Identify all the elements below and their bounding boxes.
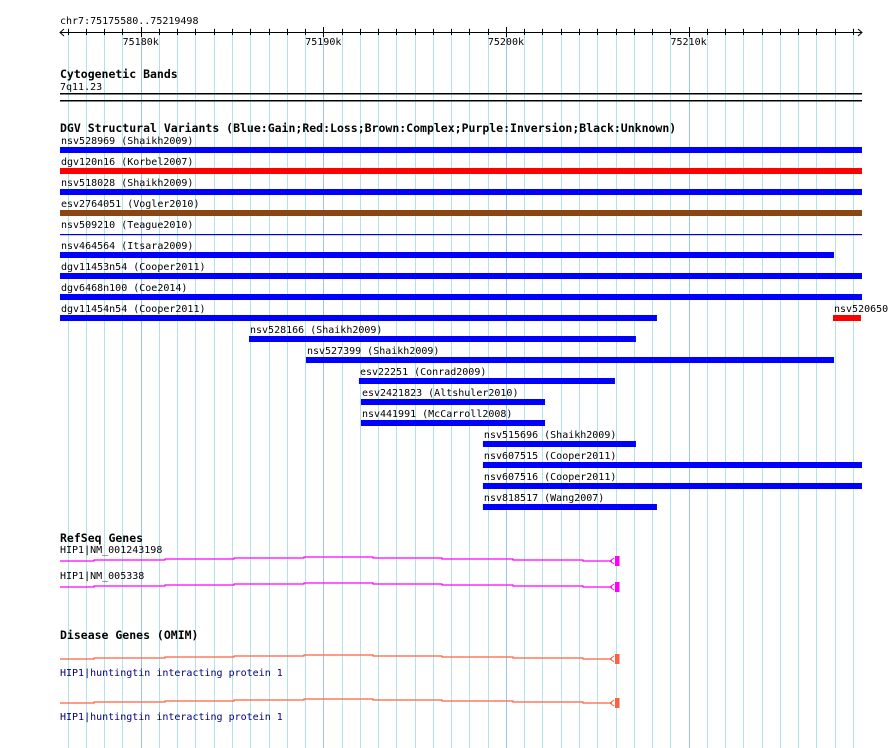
gene-intron-line — [60, 582, 612, 588]
cytoband-line-top — [60, 93, 862, 95]
variant-label: nsv527399 (Shaikh2009) — [307, 346, 439, 357]
variant-bar — [482, 441, 636, 447]
variant-label: dgv6468n100 (Coe2014) — [61, 283, 187, 294]
variant-bar — [60, 234, 862, 236]
variant-bar — [360, 399, 546, 405]
gene-exon — [615, 582, 620, 592]
variant-label: nsv515696 (Shaikh2009) — [484, 430, 616, 441]
variant-bar — [60, 294, 862, 300]
variant-label: esv2764051 (Vogler2010) — [61, 199, 199, 210]
cytoband-line-bottom — [60, 100, 862, 102]
variant-bar — [60, 168, 862, 174]
cytoband-label: 7q11.23 — [60, 82, 102, 93]
gene-exon — [615, 654, 620, 664]
variant-label: dgv120n16 (Korbel2007) — [61, 157, 193, 168]
variant-bar — [482, 483, 862, 489]
variant-bar — [249, 336, 636, 342]
ruler-tick-label: 75200k — [488, 37, 524, 48]
ruler-track: chr7:75175580..75219498 75180k 75190k 7520… — [59, 16, 863, 48]
variant-bar — [60, 273, 862, 279]
variant-label: nsv464564 (Itsara2009) — [61, 241, 193, 252]
genome-browser-view: chr7:75175580..75219498 75180k 75190k 7520… — [59, 16, 888, 748]
variant-label: nsv520650 — [834, 304, 888, 315]
ruler-tick-label: 75180k — [123, 37, 159, 48]
variant-label: dgv11454n54 (Cooper2011) — [61, 304, 206, 315]
variant-bar — [358, 378, 615, 384]
variant-bar — [833, 315, 861, 321]
refseq-gene — [60, 582, 620, 592]
variant-bar — [360, 420, 546, 426]
gene-label: HIP1|NM_005338 — [60, 571, 144, 582]
variant-label: nsv441991 (McCarroll2008) — [362, 409, 513, 420]
refseq-track: RefSeq Genes HIP1|NM_001243198 HIP1|NM_00… — [60, 531, 620, 592]
dgv-title: DGV Structural Variants (Blue:Gain;Red:L… — [60, 121, 676, 135]
dgv-track: DGV Structural Variants (Blue:Gain;Red:L… — [60, 121, 888, 510]
gene-intron-line — [60, 556, 612, 562]
omim-gene-label: HIP1|huntingtin interacting protein 1 — [60, 668, 283, 679]
gene-exon — [615, 556, 620, 566]
variant-label: nsv607516 (Cooper2011) — [484, 472, 616, 483]
variant-label: nsv518028 (Shaikh2009) — [61, 178, 193, 189]
region-label: chr7:75175580..75219498 — [60, 16, 198, 27]
variant-bar — [482, 504, 657, 510]
omim-gene — [60, 654, 620, 664]
variant-label: nsv818517 (Wang2007) — [484, 493, 604, 504]
ruler-tick-label: 75190k — [305, 37, 341, 48]
gene-intron-line — [60, 698, 612, 704]
variant-bar — [60, 315, 657, 321]
variant-label: nsv528969 (Shaikh2009) — [61, 136, 193, 147]
variant-bar — [482, 462, 862, 468]
gene-exon — [615, 698, 620, 708]
variant-bar — [305, 357, 835, 363]
variant-label: esv2421823 (Altshuler2010) — [362, 388, 519, 399]
variant-bar — [60, 189, 862, 195]
gene-intron-line — [60, 654, 612, 660]
omim-track: Disease Genes (OMIM) HIP1|huntingtin int… — [60, 628, 620, 723]
omim-title: Disease Genes (OMIM) — [60, 628, 198, 642]
omim-gene-label: HIP1|huntingtin interacting protein 1 — [60, 712, 283, 723]
ruler-tick-label: 75210k — [670, 37, 706, 48]
variant-bar — [60, 252, 835, 258]
variant-label: dgv11453n54 (Cooper2011) — [61, 262, 206, 273]
refseq-title: RefSeq Genes — [60, 531, 143, 545]
gene-label: HIP1|NM_001243198 — [60, 545, 162, 556]
variant-label: esv22251 (Conrad2009) — [360, 367, 486, 378]
variant-label: nsv607515 (Cooper2011) — [484, 451, 616, 462]
variant-label: nsv509210 (Teague2010) — [61, 220, 193, 231]
cytoband-title: Cytogenetic Bands — [60, 67, 178, 81]
variant-bar — [60, 210, 862, 216]
cytoband-track: Cytogenetic Bands 7q11.23 — [60, 67, 862, 102]
refseq-gene — [60, 556, 620, 566]
omim-gene — [60, 698, 620, 708]
variant-label: nsv528166 (Shaikh2009) — [250, 325, 382, 336]
variant-bar — [60, 147, 862, 153]
